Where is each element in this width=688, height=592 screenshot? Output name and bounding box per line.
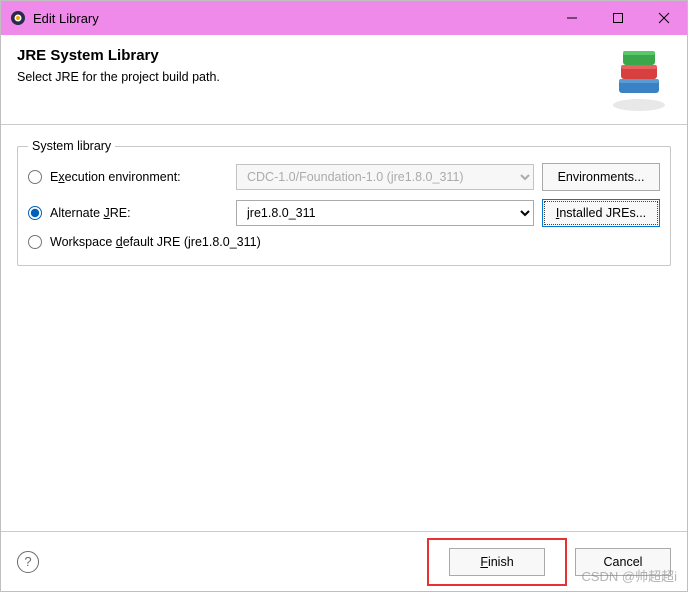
- row-workspace-default: Workspace default JRE (jre1.8.0_311): [28, 235, 660, 249]
- window-controls: [549, 1, 687, 35]
- maximize-button[interactable]: [595, 1, 641, 35]
- row-alternate-jre: Alternate JRE: jre1.8.0_311 Installed JR…: [28, 199, 660, 227]
- header-title: JRE System Library: [17, 47, 671, 64]
- select-alternate-jre[interactable]: jre1.8.0_311: [236, 200, 534, 226]
- installed-jres-button[interactable]: Installed JREs...: [542, 199, 660, 227]
- library-icon: [609, 45, 669, 115]
- dialog-header: JRE System Library Select JRE for the pr…: [1, 35, 687, 125]
- environments-button[interactable]: Environments...: [542, 163, 660, 191]
- window-title: Edit Library: [33, 11, 549, 26]
- finish-highlight: Finish: [427, 538, 567, 586]
- label-alternate-jre[interactable]: Alternate JRE:: [50, 206, 228, 220]
- dialog-footer: ? Finish Cancel: [1, 531, 687, 591]
- label-workspace-default[interactable]: Workspace default JRE (jre1.8.0_311): [50, 235, 261, 249]
- row-execution-env: Execution environment: CDC-1.0/Foundatio…: [28, 163, 660, 191]
- finish-button[interactable]: Finish: [449, 548, 545, 576]
- header-description: Select JRE for the project build path.: [17, 70, 671, 84]
- close-button[interactable]: [641, 1, 687, 35]
- select-execution-env: CDC-1.0/Foundation-1.0 (jre1.8.0_311): [236, 164, 534, 190]
- dialog-content: System library Execution environment: CD…: [1, 125, 687, 531]
- titlebar[interactable]: Edit Library: [1, 1, 687, 35]
- help-button[interactable]: ?: [17, 551, 39, 573]
- group-legend: System library: [28, 139, 115, 153]
- system-library-group: System library Execution environment: CD…: [17, 139, 671, 266]
- radio-alternate-jre[interactable]: [28, 206, 42, 220]
- label-execution-env[interactable]: Execution environment:: [50, 170, 228, 184]
- dialog-window: Edit Library JRE System Library Select J…: [0, 0, 688, 592]
- radio-execution-env[interactable]: [28, 170, 42, 184]
- cancel-button[interactable]: Cancel: [575, 548, 671, 576]
- minimize-button[interactable]: [549, 1, 595, 35]
- radio-workspace-default[interactable]: [28, 235, 42, 249]
- app-icon: [9, 9, 27, 27]
